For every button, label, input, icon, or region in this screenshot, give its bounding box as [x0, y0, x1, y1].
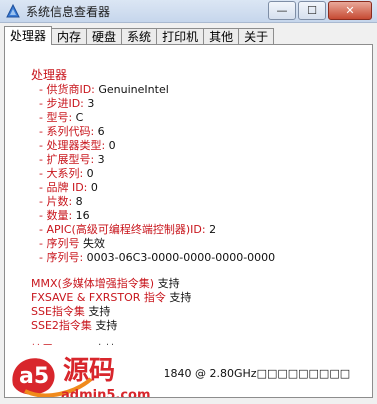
field-value: 0: [108, 139, 116, 152]
field-label: - 供货商ID:: [39, 83, 95, 96]
tab-processor[interactable]: 处理器: [4, 26, 53, 45]
field-count: - 数量: 16: [39, 209, 90, 222]
field-serial-number: - 序列号: 0003-06C3-0000-0000-0000-0000: [39, 251, 275, 264]
field-value: 失效: [82, 237, 105, 250]
field-value: 2: [209, 223, 217, 236]
field-extended-model: - 扩展型号: 3: [39, 153, 105, 166]
maximize-button[interactable]: ☐: [298, 1, 326, 20]
feature-label: MMX(多媒体增强指令集): [31, 277, 155, 290]
field-label: - 系列代码:: [39, 125, 95, 138]
title-bar[interactable]: 系统信息查看器 — ☐ ✕: [0, 0, 377, 23]
tab-memory[interactable]: 内存: [51, 28, 88, 45]
field-value: C: [75, 111, 84, 124]
field-serial-status: - 序列号 失效: [39, 237, 105, 250]
watermark-site: admin5.com: [61, 388, 151, 398]
tab-strip: 处理器 内存 硬盘 系统 打印机 其他 关于: [4, 26, 275, 45]
feature-sse2: SSE2指令集 支持: [31, 319, 117, 332]
field-label: - 序列号:: [39, 251, 84, 264]
cpu-name: G1840 @ 2.80GHz□□□□□□□□□: [155, 367, 351, 380]
feature-value: 支持: [95, 319, 118, 332]
tab-other[interactable]: 其他: [203, 28, 240, 45]
tab-system[interactable]: 系统: [121, 28, 158, 45]
feature-value: 支持: [88, 305, 111, 318]
field-processor-type: - 处理器类型: 0: [39, 139, 116, 152]
watermark-letters: a5: [19, 364, 49, 389]
tab-disk[interactable]: 硬盘: [86, 28, 123, 45]
field-value: 6: [97, 125, 105, 138]
processor-panel: 处理器 - 供货商ID: GenuineIntel - 步进ID: 3 - 型号…: [4, 44, 373, 398]
field-family-code: - 系列代码: 6: [39, 125, 105, 138]
field-label: - 步进ID:: [39, 97, 84, 110]
field-value: 3: [97, 153, 105, 166]
watermark-brand: 源码: [63, 356, 115, 386]
field-vendor-id: - 供货商ID: GenuineIntel: [39, 83, 169, 96]
processor-heading: 处理器: [31, 68, 68, 82]
field-value: 0: [90, 181, 98, 194]
field-label: - 数量:: [39, 209, 73, 222]
watermark-logo: a5 源码 admin5.com: [5, 345, 165, 398]
window-controls: — ☐ ✕: [268, 1, 372, 20]
feature-sse: SSE指令集 支持: [31, 305, 110, 318]
app-window: 系统信息查看器 — ☐ ✕ 处理器 内存 硬盘 系统 打印机 其他 关于 处理器…: [0, 0, 377, 404]
tab-about[interactable]: 关于: [238, 28, 275, 45]
feature-label: FXSAVE & FXRSTOR 指令: [31, 291, 166, 304]
field-label: - 型号:: [39, 111, 73, 124]
field-label: - 大系列:: [39, 167, 84, 180]
feature-label: SSE2指令集: [31, 319, 92, 332]
field-chip-count: - 片数: 8: [39, 195, 83, 208]
feature-mmx: MMX(多媒体增强指令集) 支持: [31, 277, 180, 290]
field-value: 0: [86, 167, 94, 180]
field-label: - APIC(高级可编程终端控制器)ID:: [39, 223, 206, 236]
field-brand-id: - 品牌 ID: 0: [39, 181, 98, 194]
window-title: 系统信息查看器: [26, 5, 111, 19]
field-value: 16: [75, 209, 90, 222]
close-button[interactable]: ✕: [328, 1, 372, 20]
field-apic-id: - APIC(高级可编程终端控制器)ID: 2: [39, 223, 216, 236]
field-value: 3: [87, 97, 95, 110]
field-label: - 序列号: [39, 237, 80, 250]
field-value: GenuineIntel: [98, 83, 169, 96]
field-stepping-id: - 步进ID: 3: [39, 97, 94, 110]
field-value: 0003-06C3-0000-0000-0000-0000: [86, 251, 276, 264]
field-label: - 扩展型号:: [39, 153, 95, 166]
field-label: - 片数:: [39, 195, 73, 208]
feature-label: SSE指令集: [31, 305, 85, 318]
field-value: 8: [75, 195, 83, 208]
feature-value: 支持: [157, 277, 180, 290]
field-model: - 型号: C: [39, 111, 83, 124]
field-label: - 品牌 ID:: [39, 181, 88, 194]
app-icon: [6, 4, 20, 18]
tab-printer[interactable]: 打印机: [156, 28, 205, 45]
feature-value: 支持: [169, 291, 192, 304]
field-label: - 处理器类型:: [39, 139, 106, 152]
feature-fxsave: FXSAVE & FXRSTOR 指令 支持: [31, 291, 191, 304]
minimize-button[interactable]: —: [268, 1, 296, 20]
field-big-family: - 大系列: 0: [39, 167, 94, 180]
